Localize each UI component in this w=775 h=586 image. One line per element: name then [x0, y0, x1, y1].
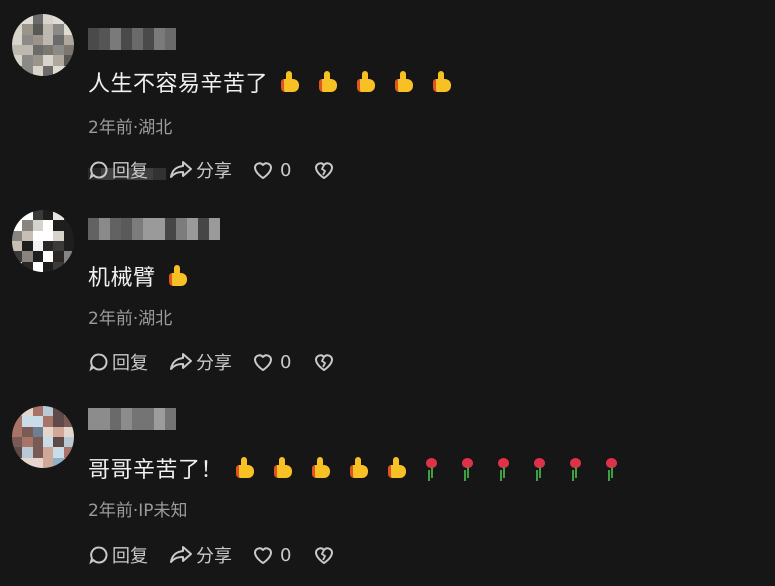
- share-label: 分享: [196, 353, 232, 374]
- reply-label: 回复: [112, 353, 148, 374]
- broken-heart-icon: [315, 547, 334, 564]
- thumbs-up-emoji-icon: [388, 70, 418, 94]
- username-blurred[interactable]: [88, 28, 176, 50]
- rose-emoji-icon: [599, 456, 625, 480]
- comment-meta: 2年前·湖北: [88, 118, 173, 138]
- username-blurred[interactable]: [88, 408, 176, 430]
- thumbs-up-emoji-icon: [381, 456, 411, 480]
- thumbs-up-emoji-icon: [343, 456, 373, 480]
- share-button[interactable]: 分享: [168, 349, 232, 375]
- emoji-group: [274, 70, 464, 97]
- heart-icon: [254, 354, 272, 371]
- share-button[interactable]: 分享: [168, 157, 232, 183]
- comment-text: 人生不容易辛苦了: [88, 66, 464, 98]
- like-count: 0: [280, 544, 292, 566]
- comment-body: 人生不容易辛苦了: [88, 72, 269, 97]
- comment-text: 哥哥辛苦了！: [88, 452, 635, 484]
- share-label: 分享: [196, 161, 232, 182]
- share-label: 分享: [196, 546, 232, 567]
- reply-icon: [89, 353, 108, 372]
- share-icon: [170, 161, 192, 178]
- comment-actions: 回复 分享 0: [88, 349, 357, 375]
- reply-button[interactable]: 回复: [88, 349, 148, 375]
- broken-heart-icon: [315, 162, 334, 179]
- rose-emoji-icon: [419, 456, 445, 480]
- comment-actions: 回复 分享 0: [88, 542, 357, 568]
- emoji-group: [162, 264, 200, 291]
- like-count: 0: [280, 159, 292, 181]
- rose-emoji-icon: [491, 456, 517, 480]
- like-button[interactable]: 0: [252, 544, 291, 566]
- rose-emoji-icon: [455, 456, 481, 480]
- heart-icon: [254, 547, 272, 564]
- dislike-button[interactable]: [313, 351, 337, 373]
- rose-emoji-icon: [527, 456, 553, 480]
- avatar[interactable]: [12, 14, 74, 76]
- comment-item: 人生不容易辛苦了 2年前·湖北 回复 分享 0: [0, 0, 775, 192]
- like-button[interactable]: 0: [252, 159, 291, 181]
- comment-actions: 回复 分享 0: [88, 157, 357, 183]
- avatar[interactable]: [12, 406, 74, 468]
- comment-body: 机械臂: [88, 266, 156, 291]
- emoji-group: [229, 456, 635, 483]
- comment-text: 机械臂: [88, 260, 200, 292]
- heart-icon: [254, 162, 272, 179]
- reply-icon: [89, 161, 108, 180]
- comment-meta: 2年前·湖北: [88, 309, 173, 329]
- comment-item: 机械臂 2年前·湖北 回复 分享 0: [0, 194, 775, 386]
- avatar[interactable]: [12, 210, 74, 272]
- broken-heart-icon: [315, 354, 334, 371]
- thumbs-up-emoji-icon: [426, 70, 456, 94]
- thumbs-up-emoji-icon: [229, 456, 259, 480]
- reply-button[interactable]: 回复: [88, 542, 148, 568]
- thumbs-up-emoji-icon: [274, 70, 304, 94]
- like-button[interactable]: 0: [252, 351, 291, 373]
- thumbs-up-emoji-icon: [305, 456, 335, 480]
- comment-list: 人生不容易辛苦了 2年前·湖北 回复 分享 0 机械臂 2年前·湖北 回复 分享…: [0, 0, 775, 586]
- dislike-button[interactable]: [313, 159, 337, 181]
- share-icon: [170, 353, 192, 370]
- thumbs-up-emoji-icon: [312, 70, 342, 94]
- rose-emoji-icon: [563, 456, 589, 480]
- reply-label: 回复: [112, 161, 148, 182]
- reply-label: 回复: [112, 546, 148, 567]
- username-blurred[interactable]: [88, 218, 220, 240]
- thumbs-up-emoji-icon: [350, 70, 380, 94]
- dislike-button[interactable]: [313, 544, 337, 566]
- comment-item: 哥哥辛苦了！ 2年前·IP未知 回复 分享 0: [0, 390, 775, 582]
- comment-meta: 2年前·IP未知: [88, 501, 188, 521]
- comment-body: 哥哥辛苦了！: [88, 458, 224, 483]
- reply-button[interactable]: 回复: [88, 157, 148, 183]
- share-button[interactable]: 分享: [168, 542, 232, 568]
- reply-icon: [89, 546, 108, 565]
- thumbs-up-emoji-icon: [267, 456, 297, 480]
- share-icon: [170, 546, 192, 563]
- like-count: 0: [280, 351, 292, 373]
- thumbs-up-emoji-icon: [162, 264, 192, 288]
